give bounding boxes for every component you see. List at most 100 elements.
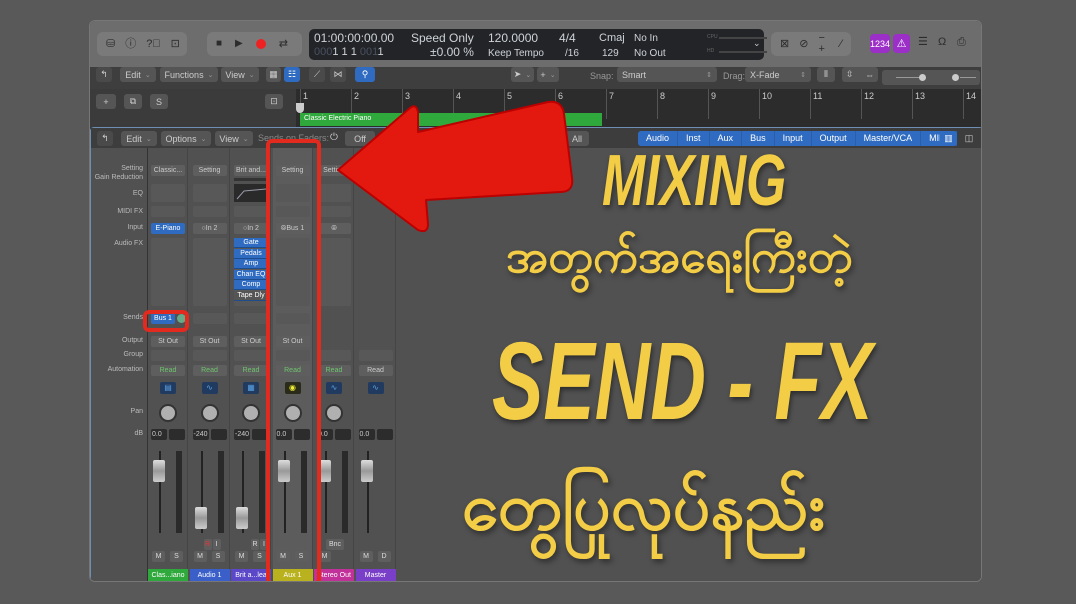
track-name[interactable]: Clas...iano	[148, 569, 188, 581]
volume-value[interactable]: 0.0	[151, 429, 167, 440]
horizontal-zoom-slider[interactable]	[952, 74, 959, 81]
pan-knob[interactable]	[159, 404, 177, 422]
group-slot[interactable]	[234, 350, 268, 361]
input-slot[interactable]: ○ In 2	[234, 223, 268, 234]
autopunch-range-icon[interactable]: −+	[818, 33, 830, 55]
vertical-zoom-slider[interactable]	[919, 74, 926, 81]
volume-value[interactable]: 0.0	[358, 429, 375, 440]
output-slot[interactable]: St Out	[234, 336, 268, 347]
mute-button[interactable]: M	[193, 551, 207, 562]
setting-button[interactable]: Brit and...	[234, 165, 268, 176]
play-icon[interactable]: ▶	[235, 39, 243, 49]
send-slot[interactable]	[192, 313, 227, 324]
audio-fx-slot[interactable]: Pedals	[234, 248, 268, 259]
track-name[interactable]: Audio 1	[189, 569, 230, 581]
cycle-icon[interactable]: ⇄	[279, 38, 288, 50]
mixer-options-menu[interactable]: Options ⌄	[161, 131, 211, 146]
group-slot[interactable]	[317, 350, 351, 361]
mute-button[interactable]: M	[359, 551, 373, 562]
solo-button[interactable]: S	[150, 94, 168, 109]
group-slot[interactable]	[358, 350, 393, 361]
add-track-button[interactable]: +	[96, 94, 116, 109]
zoom-buttons[interactable]: ⇳ ⇔	[842, 67, 878, 82]
track-name[interactable]: Master	[355, 569, 396, 581]
count-in-button[interactable]: 1234	[870, 34, 890, 53]
zoom-sliders[interactable]	[882, 70, 980, 85]
pointer-tool[interactable]: ➤ ⌄	[511, 67, 534, 82]
pan-knob[interactable]	[325, 404, 343, 422]
edit-menu[interactable]: Edit ⌄	[120, 67, 156, 82]
output-status[interactable]: No Out	[634, 47, 666, 60]
automation-mode[interactable]: Read	[317, 365, 351, 376]
key[interactable]: Cmaj	[599, 32, 625, 45]
stop-icon[interactable]: ■	[216, 39, 222, 49]
audio-fx-slot[interactable]: Gate	[234, 238, 268, 248]
volume-fader[interactable]	[194, 506, 207, 529]
record-enable-button[interactable]: R	[251, 539, 259, 550]
audio-fx-slot[interactable]: Amp	[234, 259, 268, 269]
automation-icon[interactable]: ⟋	[309, 67, 325, 82]
catch-icon[interactable]: ⚲	[355, 67, 375, 82]
amp-icon[interactable]: ▦	[243, 382, 259, 394]
lcd-chevron-icon[interactable]: ⌄	[753, 38, 761, 49]
input-slot[interactable]: E-Piano	[151, 223, 185, 234]
pan-knob[interactable]	[200, 404, 219, 422]
lcd-display[interactable]: 01:00:00:00.00 0001 1 1 0011 Speed Only …	[309, 29, 767, 60]
automation-mode[interactable]: Read	[192, 365, 227, 376]
dim-button[interactable]: D	[377, 551, 391, 562]
autopunch-icon[interactable]: ⊘	[799, 38, 808, 50]
back-icon[interactable]: ↰	[96, 67, 112, 82]
audio-fx-area[interactable]	[151, 238, 185, 306]
audio-fx-slot[interactable]: Chan EQ	[234, 269, 268, 280]
solo-button[interactable]: S	[211, 551, 225, 562]
input-monitor-button[interactable]: I	[212, 539, 221, 550]
global-tracks-icon[interactable]: ⊡	[265, 94, 283, 109]
help-icon[interactable]: ?⃝	[146, 38, 160, 50]
info-icon[interactable]: ⓘ	[125, 38, 136, 50]
volume-fader[interactable]	[236, 506, 248, 529]
pan-knob[interactable]	[242, 404, 260, 422]
tempo-mode[interactable]: Keep Tempo	[488, 47, 544, 60]
eq-slot[interactable]	[151, 184, 185, 202]
volume-fader[interactable]	[360, 459, 373, 482]
list-view-icon[interactable]: ☷	[284, 67, 300, 82]
mute-button[interactable]: M	[152, 551, 165, 562]
loop-browser-icon[interactable]: Ω	[938, 37, 946, 48]
volume-value[interactable]: -240	[192, 429, 209, 440]
automation-mode[interactable]: Read	[234, 365, 268, 376]
input-slot[interactable]: ○ In 2	[192, 223, 227, 234]
library-icon[interactable]: ⛁	[106, 38, 115, 50]
metronome-icon[interactable]: ⚠	[893, 34, 910, 53]
record-enable-button[interactable]: R	[203, 539, 212, 550]
eq-slot[interactable]	[192, 184, 227, 202]
secondary-tool[interactable]: + ⌄	[537, 67, 559, 82]
volume-value[interactable]: -240	[234, 429, 250, 440]
drag-select[interactable]: X-Fade ⇕	[745, 67, 811, 82]
waveform-icon[interactable]: ∿	[326, 382, 342, 394]
filter-output[interactable]: Output	[812, 131, 856, 146]
list-icon[interactable]: ☰	[918, 37, 928, 48]
solo-button[interactable]: S	[170, 551, 183, 562]
audio-fx-area[interactable]	[317, 238, 351, 306]
bounce-button[interactable]: Bnc	[326, 539, 344, 550]
division[interactable]: /16	[565, 47, 579, 60]
audio-fx-slot[interactable]: Tape Dly	[234, 290, 268, 301]
output-slot[interactable]: St Out	[151, 336, 185, 347]
grid-view-icon[interactable]: ▦	[266, 67, 281, 82]
mixer-back-icon[interactable]: ↰	[97, 131, 113, 146]
audio-fx-area[interactable]	[192, 238, 227, 306]
mixer-edit-menu[interactable]: Edit ⌄	[121, 131, 157, 146]
mixer-view-menu[interactable]: View ⌄	[215, 131, 253, 146]
audio-fx-slot[interactable]: Comp	[234, 280, 268, 290]
download-icon[interactable]: ⊡	[171, 38, 180, 50]
track-name[interactable]: Brit a...lea	[231, 569, 271, 581]
flex-icon[interactable]: ⋈	[330, 67, 346, 82]
solo-button[interactable]: S	[253, 551, 266, 562]
output-slot[interactable]: St Out	[192, 336, 227, 347]
volume-fader[interactable]	[153, 459, 165, 482]
view-menu[interactable]: View ⌄	[221, 67, 259, 82]
double-view-icon[interactable]: ◫	[961, 131, 977, 146]
mute-button[interactable]: M	[235, 551, 248, 562]
midi-fx-slot[interactable]	[234, 206, 268, 217]
waveform-icon[interactable]: ∿	[367, 382, 384, 394]
